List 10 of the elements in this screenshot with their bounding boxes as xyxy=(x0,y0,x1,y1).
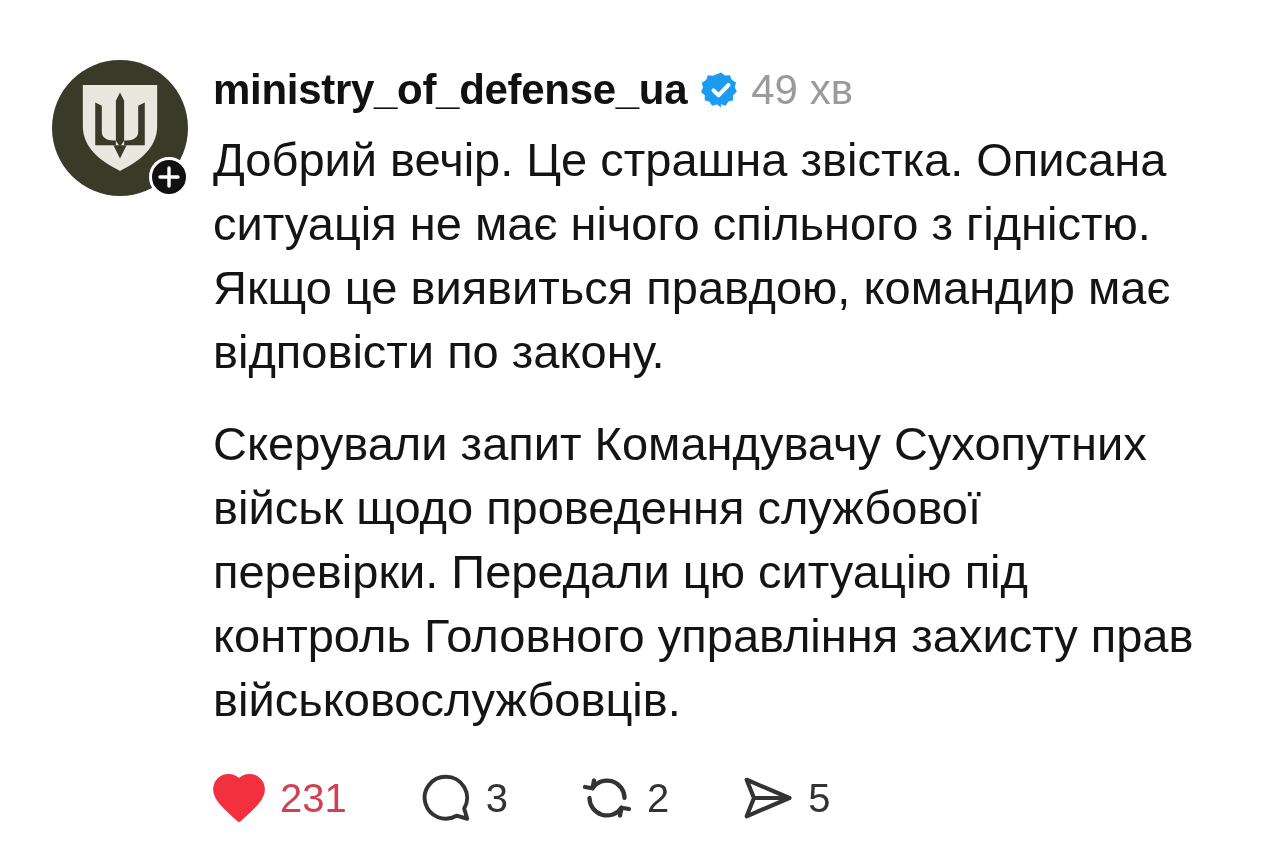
repost-button[interactable]: 2 xyxy=(582,774,670,822)
like-button[interactable]: 231 xyxy=(213,774,347,822)
username[interactable]: ministry_of_defense_ua xyxy=(213,66,688,114)
share-button[interactable]: 5 xyxy=(743,774,831,822)
plus-icon[interactable] xyxy=(149,157,189,197)
post-time: 49 хв xyxy=(751,66,853,114)
shield-trident-icon xyxy=(82,84,158,172)
post-text: Скерували запит Командувачу Сухопутних військ щодо проведення службової перевірки. Передали цю ситуацію під контроль Головного управління захисту прав військовослужбовців. xyxy=(213,416,1195,728)
post-text: Добрий вечір. Це страшна звістка. Описана ситуація не має нічого спільного з гідністю. Якщо це виявиться правдою, командир має відповісти по закону. xyxy=(213,132,1172,380)
comment-button[interactable]: 3 xyxy=(420,774,508,822)
